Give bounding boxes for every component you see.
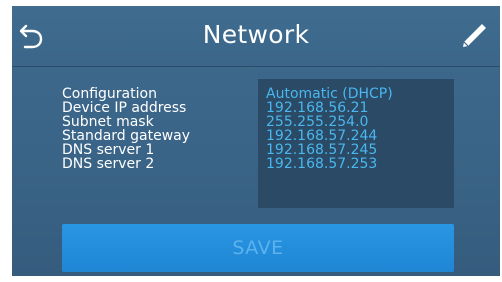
page-title: Network: [202, 20, 310, 49]
network-screen: Network Configuration Device IP address …: [12, 6, 500, 276]
label-configuration: Configuration: [62, 86, 157, 102]
value-subnet-mask: 255.255.254.0: [266, 114, 369, 130]
field-values: Automatic (DHCP) 192.168.56.21 255.255.2…: [266, 87, 393, 171]
value-dns-server-1: 192.168.57.245: [266, 142, 378, 158]
value-standard-gateway: 192.168.57.244: [266, 128, 378, 144]
label-subnet-mask: Subnet mask: [62, 114, 154, 130]
save-button[interactable]: SAVE: [62, 224, 454, 272]
header-bar: Network: [12, 6, 500, 66]
label-dns-server-2: DNS server 2: [62, 156, 155, 172]
values-panel: Automatic (DHCP) 192.168.56.21 255.255.2…: [258, 79, 454, 208]
label-device-ip: Device IP address: [62, 100, 187, 116]
value-device-ip: 192.168.56.21: [266, 100, 369, 116]
label-standard-gateway: Standard gateway: [62, 128, 191, 144]
edit-button[interactable]: [456, 18, 492, 54]
label-dns-server-1: DNS server 1: [62, 142, 155, 158]
value-configuration: Automatic (DHCP): [266, 86, 393, 102]
header-divider: [12, 66, 500, 67]
value-dns-server-2: 192.168.57.253: [266, 156, 378, 172]
pencil-icon: [463, 24, 486, 47]
field-labels: Configuration Device IP address Subnet m…: [62, 87, 190, 171]
